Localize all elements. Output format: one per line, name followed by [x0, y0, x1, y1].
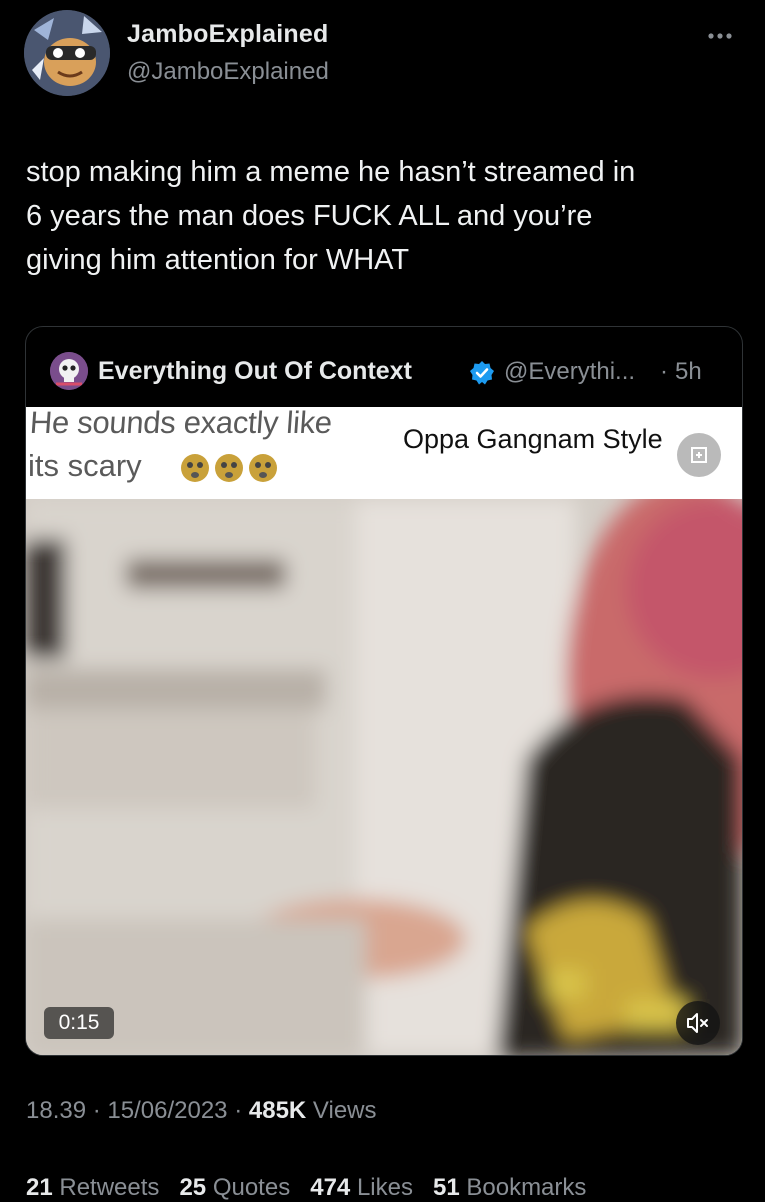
video-caption-right: Oppa Gangnam Style	[403, 424, 663, 454]
quoted-author-handle[interactable]: @Everythi...	[504, 358, 635, 386]
bookmarks-label: Bookmarks	[466, 1174, 587, 1201]
bookmarks-stat[interactable]: 51 Bookmarks	[433, 1174, 586, 1201]
author-name[interactable]: JamboExplained	[127, 20, 328, 49]
quotes-count: 25	[179, 1174, 207, 1201]
quotes-label: Quotes	[212, 1174, 291, 1201]
meta-separator: ·	[92, 1097, 101, 1124]
speaker-muted-icon[interactable]	[676, 1001, 720, 1045]
meta-separator: ·	[234, 1097, 243, 1124]
video-caption-bar: He sounds exactly like its scary Oppa Ga…	[26, 407, 742, 499]
quoted-separator: ·	[660, 358, 668, 385]
video-player[interactable]: He sounds exactly like its scary Oppa Ga…	[26, 407, 742, 1055]
verified-badge-icon	[470, 361, 494, 385]
views-count: 485K	[248, 1097, 307, 1124]
tweet: JamboExplained @JamboExplained stop maki…	[0, 0, 765, 1202]
tweet-date[interactable]: 15/06/2023	[107, 1097, 227, 1124]
bookmarks-count: 51	[432, 1174, 460, 1201]
skull-avatar-icon	[50, 352, 88, 390]
views-label: Views	[312, 1097, 377, 1124]
video-caption-line-1: He sounds exactly like	[28, 407, 334, 440]
author-handle[interactable]: @JamboExplained	[127, 58, 329, 86]
quoted-timestamp[interactable]: 5h	[675, 358, 702, 386]
quoted-author-name[interactable]: Everything Out Of Context	[98, 357, 412, 386]
quotes-stat[interactable]: 25 Quotes	[179, 1174, 290, 1201]
likes-stat[interactable]: 474 Likes	[310, 1174, 413, 1201]
quoted-tweet-header: Everything Out Of Context @Everythi... ·…	[26, 327, 742, 407]
retweets-label: Retweets	[59, 1174, 160, 1201]
expand-icon[interactable]	[677, 433, 721, 477]
ellipsis-icon[interactable]	[700, 26, 740, 46]
likes-label: Likes	[356, 1174, 413, 1201]
likes-count: 474	[310, 1174, 351, 1201]
scared-emoji-icons	[181, 454, 277, 482]
retweets-stat[interactable]: 21 Retweets	[26, 1174, 159, 1201]
video-duration-badge: 0:15	[44, 1007, 114, 1039]
tweet-meta: 18.39 · 15/06/2023 · 485K Views	[26, 1097, 377, 1125]
tweet-text: stop making him a meme he hasn’t streame…	[26, 156, 636, 276]
video-frame-image	[26, 499, 742, 1055]
quoted-author-avatar[interactable]	[50, 352, 88, 390]
video-caption-line-2: its scary	[28, 448, 142, 483]
author-avatar[interactable]	[24, 10, 110, 96]
tweet-stats: 21 Retweets 25 Quotes 474 Likes 51 Bookm…	[26, 1174, 586, 1202]
retweets-count: 21	[26, 1174, 53, 1201]
quoted-tweet-card[interactable]: Everything Out Of Context @Everythi... ·…	[25, 326, 743, 1056]
tweet-time[interactable]: 18.39	[26, 1097, 86, 1124]
cartoon-avatar-icon	[24, 10, 110, 96]
